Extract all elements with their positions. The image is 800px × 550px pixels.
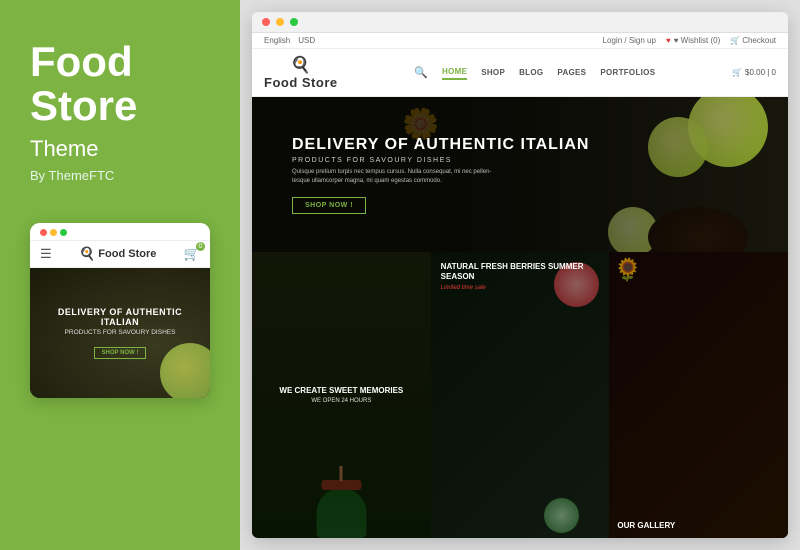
site-cart[interactable]: 🛒 $0.00 | 0 bbox=[732, 68, 776, 77]
login-link[interactable]: Login / Sign up bbox=[603, 36, 656, 45]
wishlist-link[interactable]: ♥ ♥ Wishlist (0) bbox=[666, 36, 720, 45]
site-top-right: Login / Sign up ♥ ♥ Wishlist (0) 🛒 Check… bbox=[603, 36, 776, 45]
nav-home[interactable]: HOME bbox=[442, 65, 467, 80]
title-line2: Store bbox=[30, 82, 137, 129]
heart-icon: ♥ bbox=[666, 36, 671, 45]
nav-blog[interactable]: BLOG bbox=[519, 66, 543, 79]
site-logo-text: Food Store bbox=[264, 75, 338, 90]
hero-content: DELIVERY OF AUTHENTIC ITALIAN PRODUCTS F… bbox=[292, 136, 589, 214]
checkout-text: Checkout bbox=[742, 36, 776, 45]
checkout-icon: 🛒 bbox=[730, 36, 740, 45]
browser-dot-green bbox=[290, 18, 298, 26]
card-fresh-berries-content: NATURAL FRESH BERRIES SUMMER SEASON Limi… bbox=[441, 262, 610, 291]
card-sweet-memories-title: WE CREATE SWEET MEMORIES bbox=[261, 386, 422, 396]
site-header: 🍳 Food Store 🔍 HOME SHOP BLOG PAGES PORT… bbox=[252, 49, 788, 97]
card-gallery: 🌻 OUR GALLERY bbox=[609, 252, 788, 538]
browser-dot-yellow bbox=[276, 18, 284, 26]
mobile-dot-yellow bbox=[50, 229, 57, 236]
site-hero: 🌼 DELIVERY OF AUTHENTIC ITALIAN PRODUCTS… bbox=[252, 97, 788, 252]
card-sweet-memories: WE CREATE SWEET MEMORIES WE OPEN 24 HOUR… bbox=[252, 252, 431, 538]
card-fresh-berries: NATURAL FRESH BERRIES SUMMER SEASON Limi… bbox=[431, 252, 610, 538]
mobile-dot-red bbox=[40, 229, 47, 236]
checkout-link[interactable]: 🛒 Checkout bbox=[730, 36, 776, 45]
nav-shop[interactable]: SHOP bbox=[481, 66, 505, 79]
search-icon[interactable]: 🔍 bbox=[414, 66, 428, 79]
hero-title: DELIVERY OF AUTHENTIC ITALIAN bbox=[292, 136, 589, 154]
site-logo-area: 🍳 Food Store bbox=[264, 55, 338, 90]
hero-shop-button[interactable]: SHOP NOW ! bbox=[292, 197, 366, 214]
mobile-cart-badge: 0 bbox=[196, 242, 205, 251]
left-subtitle: Theme bbox=[30, 136, 98, 162]
language-selector[interactable]: English bbox=[264, 36, 290, 45]
card-fresh-berries-title: NATURAL FRESH BERRIES SUMMER SEASON bbox=[441, 262, 610, 283]
mobile-cart-icon[interactable]: 🛒 0 bbox=[184, 246, 200, 262]
hero-description: Quisque pretium turpis nec tempus cursus… bbox=[292, 168, 492, 186]
site-nav: 🔍 HOME SHOP BLOG PAGES PORTFOLIOS bbox=[414, 65, 655, 80]
mobile-logo-icon: 🍳 bbox=[79, 246, 95, 262]
nav-portfolios[interactable]: PORTFOLIOS bbox=[600, 66, 655, 79]
browser-window: English USD Login / Sign up ♥ ♥ Wishlist… bbox=[252, 12, 788, 538]
left-by: By ThemeFTC bbox=[30, 168, 114, 183]
nav-pages[interactable]: PAGES bbox=[557, 66, 586, 79]
mobile-mockup: ☰ 🍳 Food Store 🛒 0 DELIVERY OF AUTHENTIC… bbox=[30, 223, 210, 398]
card-gallery-content: OUR GALLERY bbox=[617, 521, 675, 533]
mobile-hero-content: DELIVERY OF AUTHENTIC ITALIAN PRODUCTS F… bbox=[40, 307, 200, 359]
site-top-left: English USD bbox=[264, 36, 315, 45]
card-fresh-berries-badge: Limited time sale bbox=[441, 285, 610, 291]
cart-icon: 🛒 bbox=[732, 68, 742, 77]
title-line1: Food bbox=[30, 38, 133, 85]
site-logo-icon: 🍳 bbox=[291, 55, 311, 75]
mobile-hero-title: DELIVERY OF AUTHENTIC ITALIAN bbox=[40, 307, 200, 327]
left-panel: Food Store Theme By ThemeFTC ☰ 🍳 Food St… bbox=[0, 0, 240, 550]
browser-dot-red bbox=[262, 18, 270, 26]
card-sweet-memories-content: WE CREATE SWEET MEMORIES WE OPEN 24 HOUR… bbox=[261, 386, 422, 404]
mobile-logo-area: 🍳 Food Store bbox=[79, 246, 156, 262]
right-panel: English USD Login / Sign up ♥ ♥ Wishlist… bbox=[240, 0, 800, 550]
mobile-hamburger-icon[interactable]: ☰ bbox=[40, 246, 52, 262]
browser-chrome bbox=[252, 12, 788, 33]
mobile-dots bbox=[40, 229, 67, 236]
card-sweet-memories-subtitle: WE OPEN 24 HOURS bbox=[261, 398, 422, 404]
left-title: Food Store bbox=[30, 40, 137, 128]
mobile-dot-green bbox=[60, 229, 67, 236]
mobile-hero: DELIVERY OF AUTHENTIC ITALIAN PRODUCTS F… bbox=[30, 268, 210, 398]
cart-total: $0.00 | 0 bbox=[745, 68, 776, 77]
wishlist-text: ♥ Wishlist (0) bbox=[674, 36, 721, 45]
site-top-bar: English USD Login / Sign up ♥ ♥ Wishlist… bbox=[252, 33, 788, 49]
site-cards: WE CREATE SWEET MEMORIES WE OPEN 24 HOUR… bbox=[252, 252, 788, 538]
mobile-logo-text: Food Store bbox=[98, 248, 156, 260]
mobile-hero-sub: PRODUCTS FOR SAVOURY DISHES bbox=[40, 329, 200, 336]
hero-subtitle: PRODUCTS FOR SAVOURY DISHES bbox=[292, 157, 589, 164]
mobile-top-bar bbox=[30, 223, 210, 241]
currency-selector[interactable]: USD bbox=[298, 36, 315, 45]
mobile-hero-shop-button[interactable]: SHOP NOW ! bbox=[94, 347, 147, 359]
card-gallery-title: OUR GALLERY bbox=[617, 521, 675, 531]
mobile-nav-bar: ☰ 🍳 Food Store 🛒 0 bbox=[30, 241, 210, 268]
